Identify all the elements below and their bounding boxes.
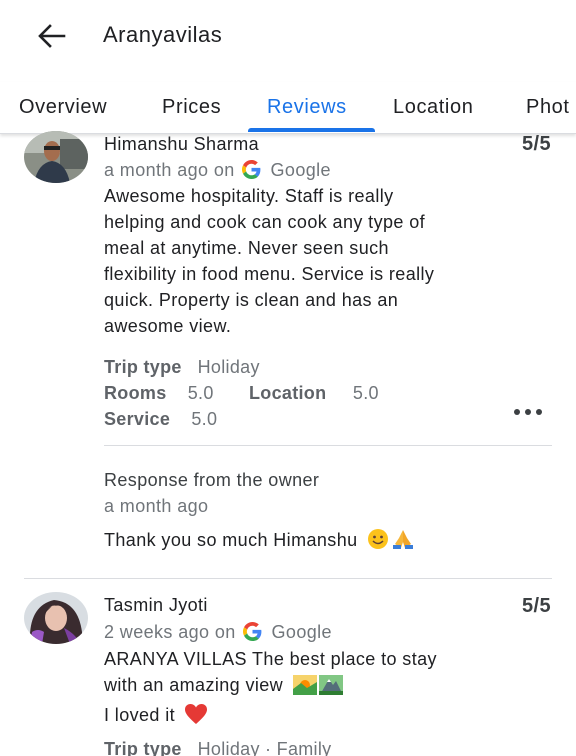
- back-button[interactable]: [34, 20, 68, 52]
- owner-response: Thank you so much Himanshu: [104, 528, 415, 555]
- service-value: 5.0: [191, 409, 218, 429]
- review-text-line: Awesome hospitality. Staff is really: [104, 186, 394, 206]
- location-value: 5.0: [352, 383, 379, 403]
- divider: [104, 445, 552, 446]
- trip-type-row: Trip type Holiday · Family: [104, 739, 331, 756]
- owner-response-text: Thank you so much Himanshu: [104, 530, 358, 550]
- review-text-line: I loved it: [104, 705, 176, 725]
- review-text-line-with-emoji: with an amazing view: [104, 672, 544, 702]
- app-header: Aranyavilas: [0, 0, 576, 72]
- service-rating: Service 5.0: [104, 409, 217, 430]
- tab-bar: Overview Prices Reviews Location Phot: [0, 82, 576, 134]
- review-meta: a month ago on Google: [104, 160, 331, 181]
- review-divider: [24, 578, 552, 579]
- review-meta: 2 weeks ago on Google: [104, 622, 332, 643]
- review-text-line-with-emoji: I loved it: [104, 702, 544, 732]
- rooms-label: Rooms: [104, 383, 167, 403]
- owner-response-label: Response from the owner: [104, 470, 320, 490]
- tab-prices[interactable]: Prices: [162, 96, 221, 119]
- smile-emoji-icon: [367, 528, 389, 555]
- trip-type-label: Trip type: [104, 357, 182, 377]
- active-tab-indicator: [248, 128, 375, 132]
- review-text: ARANYA VILLAS The best place to stay wit…: [104, 646, 544, 732]
- review-text-line: flexibility in food menu. Service is rea…: [104, 264, 435, 284]
- location-label: Location: [249, 383, 327, 403]
- location-rating: Location 5.0: [249, 383, 379, 404]
- rooms-value: 5.0: [187, 383, 214, 403]
- heart-icon: [184, 703, 208, 732]
- review-score: 5/5: [521, 595, 551, 617]
- review-text-line: ARANYA VILLAS The best place to stay: [104, 649, 437, 669]
- tab-photos[interactable]: Phot: [526, 96, 570, 119]
- folded-hands-emoji-icon: [391, 528, 415, 555]
- sunrise-emoji-icon: [292, 675, 317, 702]
- more-horiz-icon: [514, 409, 542, 415]
- arrow-back-icon: [38, 24, 66, 48]
- google-icon: [242, 160, 261, 179]
- review-score: 5/5: [521, 133, 551, 155]
- review-source: Google: [270, 160, 331, 180]
- review-author[interactable]: Himanshu Sharma: [104, 134, 259, 155]
- mountain-emoji-icon: [318, 675, 343, 702]
- trip-type-row: Trip type Holiday: [104, 357, 260, 378]
- review-text-line: quick. Property is clean and has an: [104, 290, 399, 310]
- page-title: Aranyavilas: [103, 22, 223, 47]
- avatar[interactable]: [24, 131, 88, 183]
- review-text-line: awesome view.: [104, 316, 232, 336]
- avatar[interactable]: [24, 592, 88, 644]
- review-text-line: helping and cook can cook any type of: [104, 212, 426, 232]
- tab-overview[interactable]: Overview: [19, 96, 107, 119]
- review-text-line: meal at anytime. Never seen such: [104, 238, 389, 258]
- review-text: Awesome hospitality. Staff is really hel…: [104, 183, 524, 339]
- tab-reviews[interactable]: Reviews: [267, 96, 347, 119]
- trip-type-value: Holiday · Family: [197, 739, 332, 756]
- review-source: Google: [271, 622, 332, 642]
- tab-location[interactable]: Location: [393, 96, 473, 119]
- service-label: Service: [104, 409, 171, 429]
- rating-row: Rooms 5.0: [104, 383, 214, 404]
- trip-type-value: Holiday: [197, 357, 260, 377]
- owner-response-time: a month ago: [104, 496, 209, 516]
- review-time: a month ago on: [104, 160, 235, 180]
- review-time: 2 weeks ago on: [104, 622, 236, 642]
- google-icon: [243, 622, 262, 641]
- review-author[interactable]: Tasmin Jyoti: [104, 595, 208, 616]
- review-text-line: with an amazing view: [104, 675, 284, 695]
- trip-type-label: Trip type: [104, 739, 182, 756]
- more-options-button[interactable]: [513, 404, 543, 420]
